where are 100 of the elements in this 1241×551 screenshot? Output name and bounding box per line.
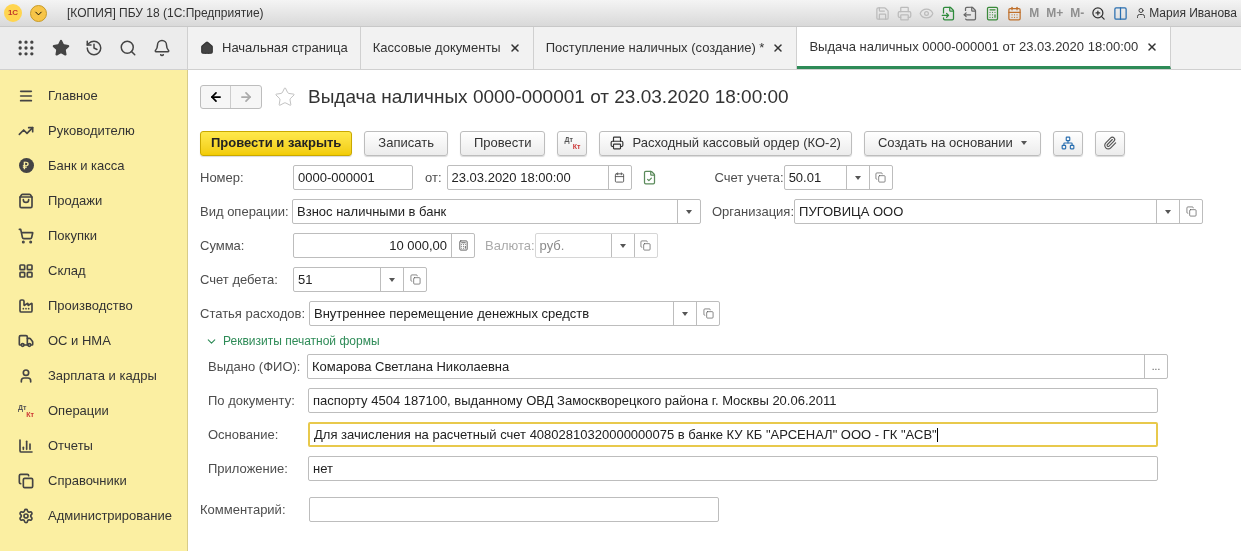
input-field[interactable]: Для зачисления на расчетный счет 40802810320000000075 в банке КУ КБ "АРСЕНАЛ" ООО - ГК "АСВ" — [308, 422, 1158, 447]
bell-icon[interactable] — [153, 39, 172, 57]
user-icon — [1135, 7, 1148, 19]
tab[interactable]: Начальная страница — [188, 27, 361, 69]
caret-icon — [619, 243, 626, 248]
pages-icon — [18, 472, 34, 489]
create-based-on-button[interactable]: Создать на основании — [863, 130, 1041, 156]
hierarchy-icon — [1060, 136, 1075, 150]
field-label: Сумма: — [200, 236, 246, 255]
input-field[interactable]: Взнос наличными в банк — [292, 199, 701, 224]
structure-button[interactable] — [1052, 130, 1083, 156]
input-field[interactable]: ПУГОВИЦА ООО — [794, 199, 1204, 224]
field-label: Приложение: — [208, 459, 289, 478]
caret-icon — [389, 277, 395, 282]
bar-chart-icon — [18, 437, 34, 454]
tab[interactable]: Кассовые документы — [360, 27, 534, 69]
field-label: Счет дебета: — [200, 270, 279, 289]
import-icon[interactable] — [941, 5, 957, 21]
sidebar-item[interactable]: Отчеты — [0, 428, 187, 463]
sidebar-item[interactable]: Руководителю — [0, 113, 187, 148]
field-label: Основание: — [208, 425, 280, 444]
input-field[interactable]: Комарова Светлана Николаевна ... — [307, 354, 1168, 379]
input-field[interactable]: 23.03.2020 18:00:00 — [446, 165, 632, 190]
sidebar-item[interactable]: ₽ Банк и касса — [0, 148, 187, 183]
sidebar-item[interactable]: Зарплата и кадры — [0, 358, 187, 393]
input-field[interactable]: нет — [308, 456, 1158, 481]
field-label: от: — [425, 169, 442, 185]
input-field[interactable]: 10 000,00 — [293, 233, 475, 258]
group-title: Реквизиты печатной формы — [223, 333, 380, 350]
print-button[interactable]: Расходный кассовый ордер (КО-2) — [599, 130, 852, 156]
window-title: [КОПИЯ] ПБУ 18 (1С:Предприятие) — [67, 5, 264, 22]
caret-icon — [1020, 141, 1027, 145]
field-label: Выдано (ФИО): — [208, 357, 302, 376]
caret-icon — [682, 311, 688, 316]
grid-icon — [18, 262, 34, 279]
post-and-close-button[interactable]: Провести и закрыть — [200, 130, 353, 156]
factory-icon — [18, 297, 34, 314]
zoom-icon[interactable] — [1091, 5, 1107, 21]
star-icon[interactable] — [51, 39, 70, 57]
right-arrow-icon — [239, 90, 253, 104]
sidebar-item[interactable]: Склад — [0, 253, 187, 288]
copy-icon — [1185, 206, 1197, 217]
app-logo: 1С — [4, 4, 22, 22]
field-label: Номер: — [200, 168, 245, 187]
export-icon[interactable] — [963, 5, 979, 21]
input-field[interactable]: 51 — [293, 267, 427, 292]
field-label: По документу: — [208, 391, 296, 410]
sidebar-item[interactable]: Покупки — [0, 218, 187, 253]
gear-icon — [18, 507, 34, 524]
close-icon[interactable] — [1146, 40, 1159, 53]
sidebar-item[interactable]: Производство — [0, 288, 187, 323]
main-menu-button[interactable] — [30, 4, 47, 22]
search-icon[interactable] — [119, 39, 138, 57]
input-field[interactable] — [309, 497, 719, 522]
copy-icon — [702, 308, 714, 319]
toolbar-button[interactable]: Провести — [459, 130, 546, 156]
input-field[interactable]: паспорту 4504 187100, выданному ОВД Замоскворецкого района г. Москвы 20.06.2011 — [308, 388, 1158, 413]
close-icon[interactable] — [508, 42, 521, 54]
panel-icon[interactable] — [1113, 5, 1129, 21]
ruble-icon: ₽ — [18, 158, 34, 173]
document-check-icon[interactable] — [641, 170, 657, 185]
copy-icon — [640, 240, 652, 251]
sidebar-item[interactable]: Главное — [0, 78, 187, 113]
ellipsis-button[interactable]: ... — [1144, 355, 1167, 378]
input-field[interactable]: Внутреннее перемещение денежных средств — [309, 301, 720, 326]
favorite-star-icon[interactable] — [274, 86, 296, 108]
truck-icon — [18, 332, 34, 349]
history-icon[interactable] — [85, 39, 104, 57]
calendar-icon[interactable] — [1007, 5, 1023, 21]
caret-icon — [854, 175, 861, 180]
field-label: Комментарий: — [200, 500, 287, 519]
cart-icon — [18, 227, 34, 244]
sidebar-item[interactable]: Справочники — [0, 463, 187, 498]
paperclip-icon — [1102, 136, 1117, 150]
group-toggle[interactable]: Реквизиты печатной формы — [205, 332, 380, 350]
sidebar-item[interactable]: Продажи — [0, 183, 187, 218]
input-field[interactable]: 50.01 — [783, 165, 893, 190]
toolbar-button[interactable]: Записать — [364, 130, 448, 156]
caret-icon — [686, 209, 692, 214]
sidebar-item[interactable]: ОС и НМА — [0, 323, 187, 358]
input-field[interactable]: 0000-000001 — [293, 165, 413, 190]
attach-button[interactable] — [1094, 130, 1125, 156]
preview-icon[interactable] — [919, 5, 935, 21]
calculator-icon — [457, 240, 469, 251]
print-icon[interactable] — [897, 5, 913, 21]
field-label: Счет учета: — [714, 169, 784, 185]
copy-icon — [409, 274, 421, 285]
save-icon[interactable] — [875, 5, 891, 21]
printer-icon — [610, 136, 625, 150]
field-label: Вид операции: — [200, 202, 290, 221]
user-name[interactable]: Мария Иванова — [1149, 4, 1237, 22]
sidebar-item[interactable]: Администрирование — [0, 498, 187, 533]
calculator-icon[interactable] — [985, 5, 1001, 21]
field-label: Организация: — [712, 203, 795, 219]
left-arrow-icon — [208, 90, 223, 104]
tab[interactable]: Выдача наличных 0000-000001 от 23.03.2020 18:00:00 — [797, 27, 1172, 69]
close-icon[interactable] — [772, 42, 785, 54]
calendar-icon — [614, 172, 625, 183]
nav-buttons[interactable] — [200, 85, 262, 109]
person-icon — [18, 367, 34, 384]
